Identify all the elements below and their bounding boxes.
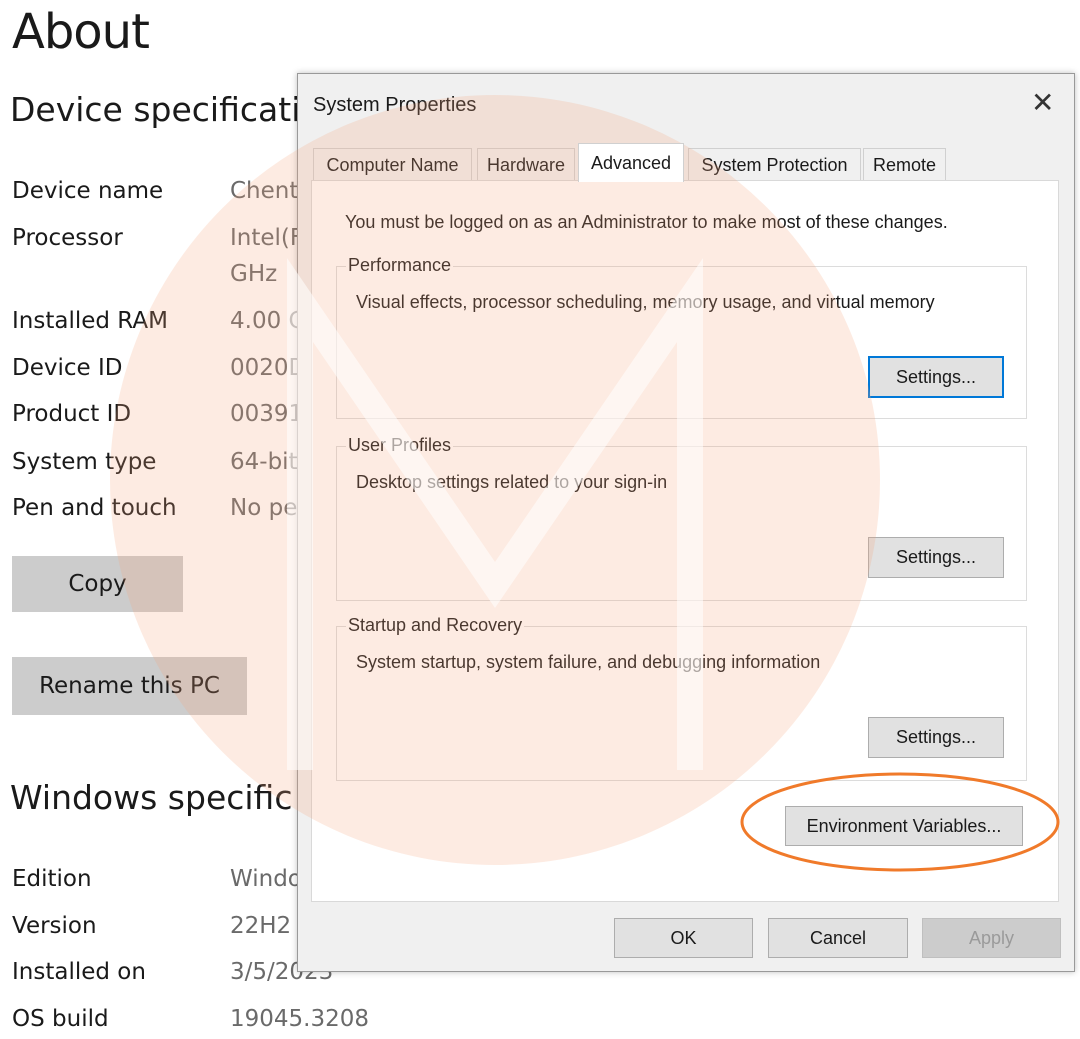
spec-label: Processor xyxy=(12,225,123,251)
windows-specs-heading: Windows specific xyxy=(10,778,293,817)
group-description: Desktop settings related to your sign-in xyxy=(356,472,668,492)
group-description: System startup, system failure, and debu… xyxy=(356,652,821,672)
apply-button[interactable]: Apply xyxy=(922,918,1061,958)
cancel-button[interactable]: Cancel xyxy=(768,918,908,958)
tab-system-protection[interactable]: System Protection xyxy=(688,148,861,181)
spec-label: System type xyxy=(12,449,157,475)
spec-value: 4.00 C xyxy=(230,308,305,334)
user-profiles-group: User Profiles Desktop settings related t… xyxy=(336,435,1027,601)
spec-label: Pen and touch xyxy=(12,495,177,521)
admin-note: You must be logged on as an Administrato… xyxy=(345,212,948,232)
spec-label: Version xyxy=(12,913,97,939)
user-profiles-settings-button[interactable]: Settings... xyxy=(868,537,1004,578)
group-label: Startup and Recovery xyxy=(346,615,525,636)
spec-value: 0020D xyxy=(230,355,307,381)
spec-label: Device name xyxy=(12,178,164,204)
spec-label: OS build xyxy=(12,1006,109,1032)
environment-variables-button[interactable]: Environment Variables... xyxy=(785,806,1023,846)
spec-label: Installed on xyxy=(12,959,146,985)
dialog-title: System Properties xyxy=(313,94,477,116)
copy-button[interactable]: Copy xyxy=(12,556,183,612)
advanced-tab-panel: You must be logged on as an Administrato… xyxy=(311,180,1059,902)
device-specs-heading: Device specificati xyxy=(10,90,301,129)
spec-value: Windo xyxy=(230,866,302,892)
close-icon[interactable]: ✕ xyxy=(1031,86,1054,119)
spec-value: Chent xyxy=(230,178,299,204)
spec-value: 22H2 xyxy=(230,913,292,939)
group-label: Performance xyxy=(346,255,454,276)
spec-value: GHz xyxy=(230,261,278,287)
tab-advanced[interactable]: Advanced xyxy=(578,143,684,182)
startup-recovery-settings-button[interactable]: Settings... xyxy=(868,717,1004,758)
ok-button[interactable]: OK xyxy=(614,918,753,958)
tab-remote[interactable]: Remote xyxy=(863,148,946,181)
performance-settings-button[interactable]: Settings... xyxy=(868,356,1004,398)
tab-hardware[interactable]: Hardware xyxy=(477,148,575,181)
spec-label: Product ID xyxy=(12,401,132,427)
rename-pc-button[interactable]: Rename this PC xyxy=(12,657,247,715)
spec-label: Device ID xyxy=(12,355,123,381)
tab-computer-name[interactable]: Computer Name xyxy=(313,148,472,181)
spec-label: Edition xyxy=(12,866,92,892)
spec-value: 19045.3208 xyxy=(230,1006,370,1032)
performance-group: Performance Visual effects, processor sc… xyxy=(336,255,1027,419)
page-title: About xyxy=(12,4,150,60)
group-description: Visual effects, processor scheduling, me… xyxy=(356,292,935,312)
spec-label: Installed RAM xyxy=(12,308,168,334)
group-label: User Profiles xyxy=(346,435,454,456)
spec-value: Intel(F xyxy=(230,225,304,251)
spec-value: 00391 xyxy=(230,401,304,427)
system-properties-dialog: System Properties ✕ Computer Name Hardwa… xyxy=(297,73,1075,972)
spec-value: No pe xyxy=(230,495,298,521)
startup-recovery-group: Startup and Recovery System startup, sys… xyxy=(336,615,1027,781)
spec-value: 64-bit xyxy=(230,449,298,475)
